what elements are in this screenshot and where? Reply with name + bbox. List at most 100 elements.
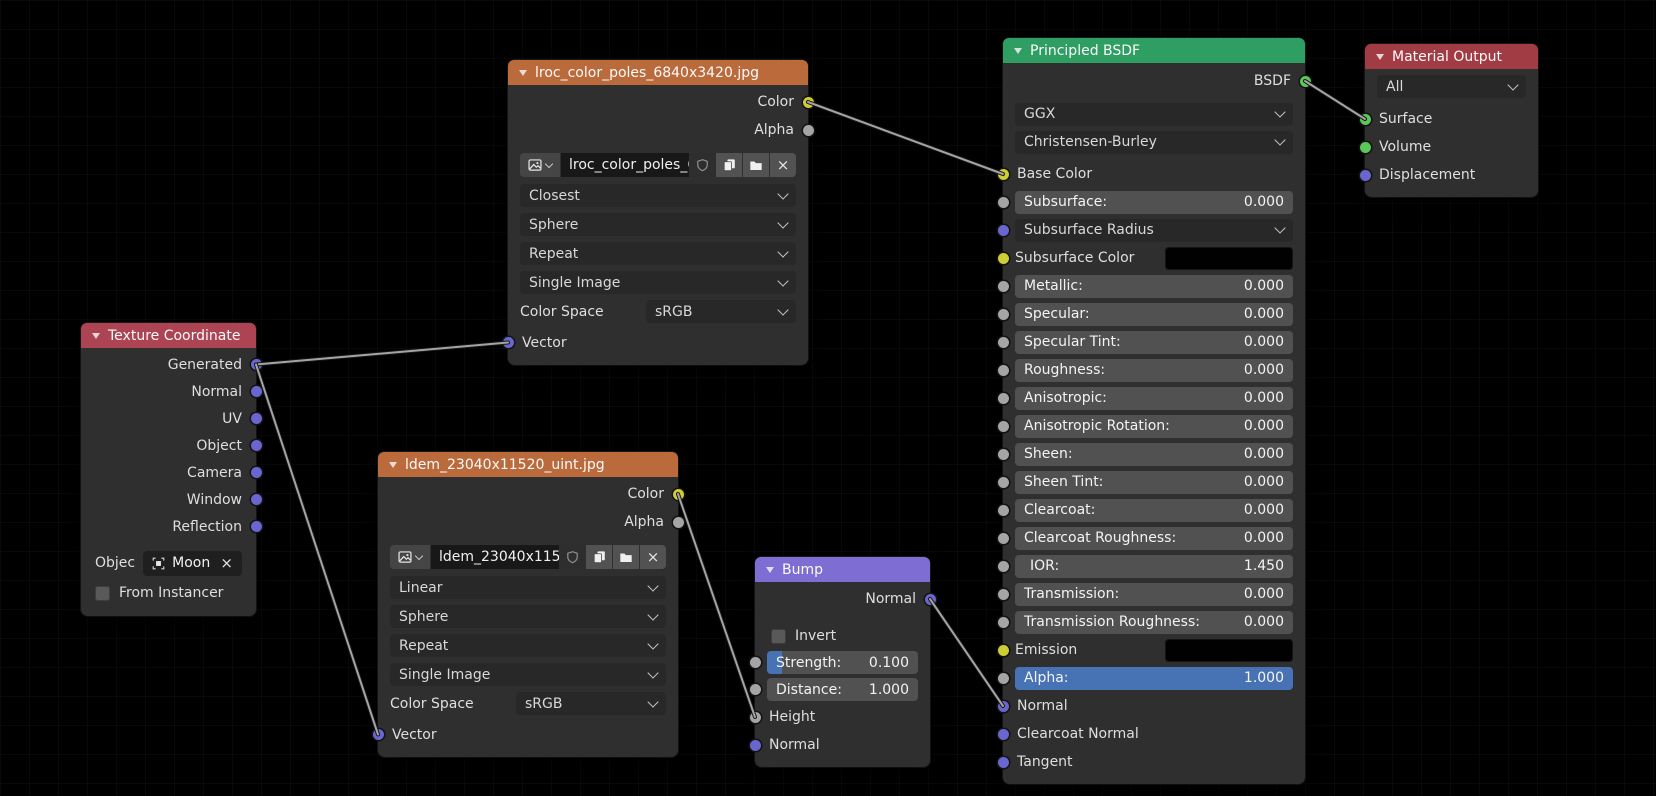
socket-vector-input[interactable]	[503, 337, 514, 348]
anisotropic-slider[interactable]: Anisotropic:0.000	[1015, 387, 1293, 410]
socket-height-input[interactable]	[750, 712, 761, 723]
metallic-slider[interactable]: Metallic:0.000	[1015, 275, 1293, 298]
socket-base-color-input[interactable]	[998, 169, 1009, 180]
source-select[interactable]: Single Image	[390, 663, 666, 686]
emission-color-swatch[interactable]	[1165, 639, 1293, 662]
strength-slider[interactable]: Strength: 0.100	[767, 651, 918, 674]
node-material-output[interactable]: Material Output All Surface Volume Displ…	[1365, 44, 1538, 197]
node-image-texture-ldem[interactable]: ldem_23040x11520_uint.jpg Color Alpha ld…	[378, 452, 678, 757]
socket-alpha-output[interactable]	[673, 517, 684, 528]
anisotropic-rotation-slider[interactable]: Anisotropic Rotation:0.000	[1015, 415, 1293, 438]
open-image-button[interactable]	[743, 153, 769, 177]
clear-object-icon[interactable]: ×	[220, 556, 233, 571]
node-bump[interactable]: Bump Normal Invert Strength: 0.100 Dista…	[755, 557, 930, 767]
subsurface-slider[interactable]: Subsurface:0.000	[1015, 191, 1293, 214]
socket-subsurface-radius-input[interactable]	[998, 225, 1009, 236]
node-header[interactable]: ldem_23040x11520_uint.jpg	[378, 452, 678, 477]
socket-distance-input[interactable]	[750, 684, 761, 695]
socket-tangent-input[interactable]	[998, 757, 1009, 768]
socket-transmission-input[interactable]	[998, 589, 1009, 600]
socket-anisotropic-input[interactable]	[998, 393, 1009, 404]
socket-specular-tint-input[interactable]	[998, 337, 1009, 348]
distribution-select[interactable]: GGX	[1015, 103, 1293, 126]
socket-bsdf-output[interactable]	[1300, 76, 1311, 87]
socket-generated-output[interactable]	[251, 359, 262, 370]
socket-transmission-roughness-input[interactable]	[998, 617, 1009, 628]
socket-normal-output[interactable]	[251, 386, 262, 397]
node-texture-coordinate[interactable]: Texture Coordinate Generated Normal UV O…	[81, 323, 256, 616]
fake-user-button[interactable]	[690, 153, 715, 177]
node-image-texture-lroc[interactable]: lroc_color_poles_6840x3420.jpg Color Alp…	[508, 60, 808, 365]
transmission-slider[interactable]: Transmission:0.000	[1015, 583, 1293, 606]
subsurface-color-swatch[interactable]	[1165, 247, 1293, 270]
image-browse-button[interactable]	[520, 153, 560, 177]
socket-volume-input[interactable]	[1360, 142, 1371, 153]
node-header[interactable]: Bump	[755, 557, 930, 582]
projection-select[interactable]: Sphere	[390, 605, 666, 628]
socket-color-output[interactable]	[673, 489, 684, 500]
image-name-field[interactable]: lroc_color_poles_6..	[561, 153, 689, 177]
collapse-icon[interactable]	[389, 462, 397, 468]
socket-color-output[interactable]	[803, 97, 814, 108]
socket-roughness-input[interactable]	[998, 365, 1009, 376]
subsurface-method-select[interactable]: Christensen-Burley	[1015, 131, 1293, 154]
color-space-select[interactable]: sRGB	[516, 692, 666, 715]
socket-sheen-input[interactable]	[998, 449, 1009, 460]
socket-emission-input[interactable]	[998, 645, 1009, 656]
clearcoat-slider[interactable]: Clearcoat:0.000	[1015, 499, 1293, 522]
interpolation-select[interactable]: Linear	[390, 576, 666, 599]
collapse-icon[interactable]	[1376, 54, 1384, 60]
socket-anisotropic-rotation-input[interactable]	[998, 421, 1009, 432]
socket-clearcoat-normal-input[interactable]	[998, 729, 1009, 740]
subsurface-radius-select[interactable]: Subsurface Radius	[1015, 219, 1293, 242]
clearcoat-roughness-slider[interactable]: Clearcoat Roughness:0.000	[1015, 527, 1293, 550]
socket-alpha-output[interactable]	[803, 125, 814, 136]
open-image-button[interactable]	[613, 545, 639, 569]
unlink-image-button[interactable]: ×	[770, 153, 796, 177]
duplicate-image-button[interactable]	[586, 545, 612, 569]
socket-metallic-input[interactable]	[998, 281, 1009, 292]
socket-clearcoat-roughness-input[interactable]	[998, 533, 1009, 544]
socket-specular-input[interactable]	[998, 309, 1009, 320]
image-name-field[interactable]: ldem_23040x115..	[431, 545, 559, 569]
collapse-icon[interactable]	[519, 70, 527, 76]
alpha-slider[interactable]: Alpha:1.000	[1015, 667, 1293, 690]
socket-alpha-input[interactable]	[998, 673, 1009, 684]
socket-clearcoat-input[interactable]	[998, 505, 1009, 516]
socket-subsurface-color-input[interactable]	[998, 253, 1009, 264]
sheen-slider[interactable]: Sheen:0.000	[1015, 443, 1293, 466]
node-header[interactable]: Texture Coordinate	[81, 323, 256, 348]
socket-ior-input[interactable]	[998, 561, 1009, 572]
socket-vector-input[interactable]	[373, 729, 384, 740]
ior-slider[interactable]: IOR:1.450	[1015, 555, 1293, 578]
from-instancer-checkbox[interactable]	[95, 586, 110, 601]
source-select[interactable]: Single Image	[520, 271, 796, 294]
specular-tint-slider[interactable]: Specular Tint:0.000	[1015, 331, 1293, 354]
projection-select[interactable]: Sphere	[520, 213, 796, 236]
socket-subsurface-input[interactable]	[998, 197, 1009, 208]
object-selector[interactable]: Moon ×	[143, 551, 242, 576]
socket-normal-input[interactable]	[750, 740, 761, 751]
socket-window-output[interactable]	[251, 494, 262, 505]
collapse-icon[interactable]	[766, 567, 774, 573]
node-header[interactable]: lroc_color_poles_6840x3420.jpg	[508, 60, 808, 85]
socket-object-output[interactable]	[251, 440, 262, 451]
color-space-select[interactable]: sRGB	[646, 300, 796, 323]
sheen-tint-slider[interactable]: Sheen Tint:0.000	[1015, 471, 1293, 494]
interpolation-select[interactable]: Closest	[520, 184, 796, 207]
socket-normal-output[interactable]	[925, 594, 936, 605]
socket-normal-input[interactable]	[998, 701, 1009, 712]
extension-select[interactable]: Repeat	[520, 242, 796, 265]
specular-slider[interactable]: Specular:0.000	[1015, 303, 1293, 326]
socket-sheen-tint-input[interactable]	[998, 477, 1009, 488]
node-principled-bsdf[interactable]: Principled BSDF BSDF GGX Christensen-Bur…	[1003, 38, 1305, 784]
target-select[interactable]: All	[1377, 75, 1526, 98]
node-header[interactable]: Principled BSDF	[1003, 38, 1305, 63]
node-editor-canvas[interactable]: Texture Coordinate Generated Normal UV O…	[0, 0, 1656, 796]
invert-checkbox[interactable]	[771, 629, 786, 644]
socket-camera-output[interactable]	[251, 467, 262, 478]
socket-displacement-input[interactable]	[1360, 170, 1371, 181]
socket-strength-input[interactable]	[750, 657, 761, 668]
socket-surface-input[interactable]	[1360, 114, 1371, 125]
transmission-roughness-slider[interactable]: Transmission Roughness:0.000	[1015, 611, 1293, 634]
